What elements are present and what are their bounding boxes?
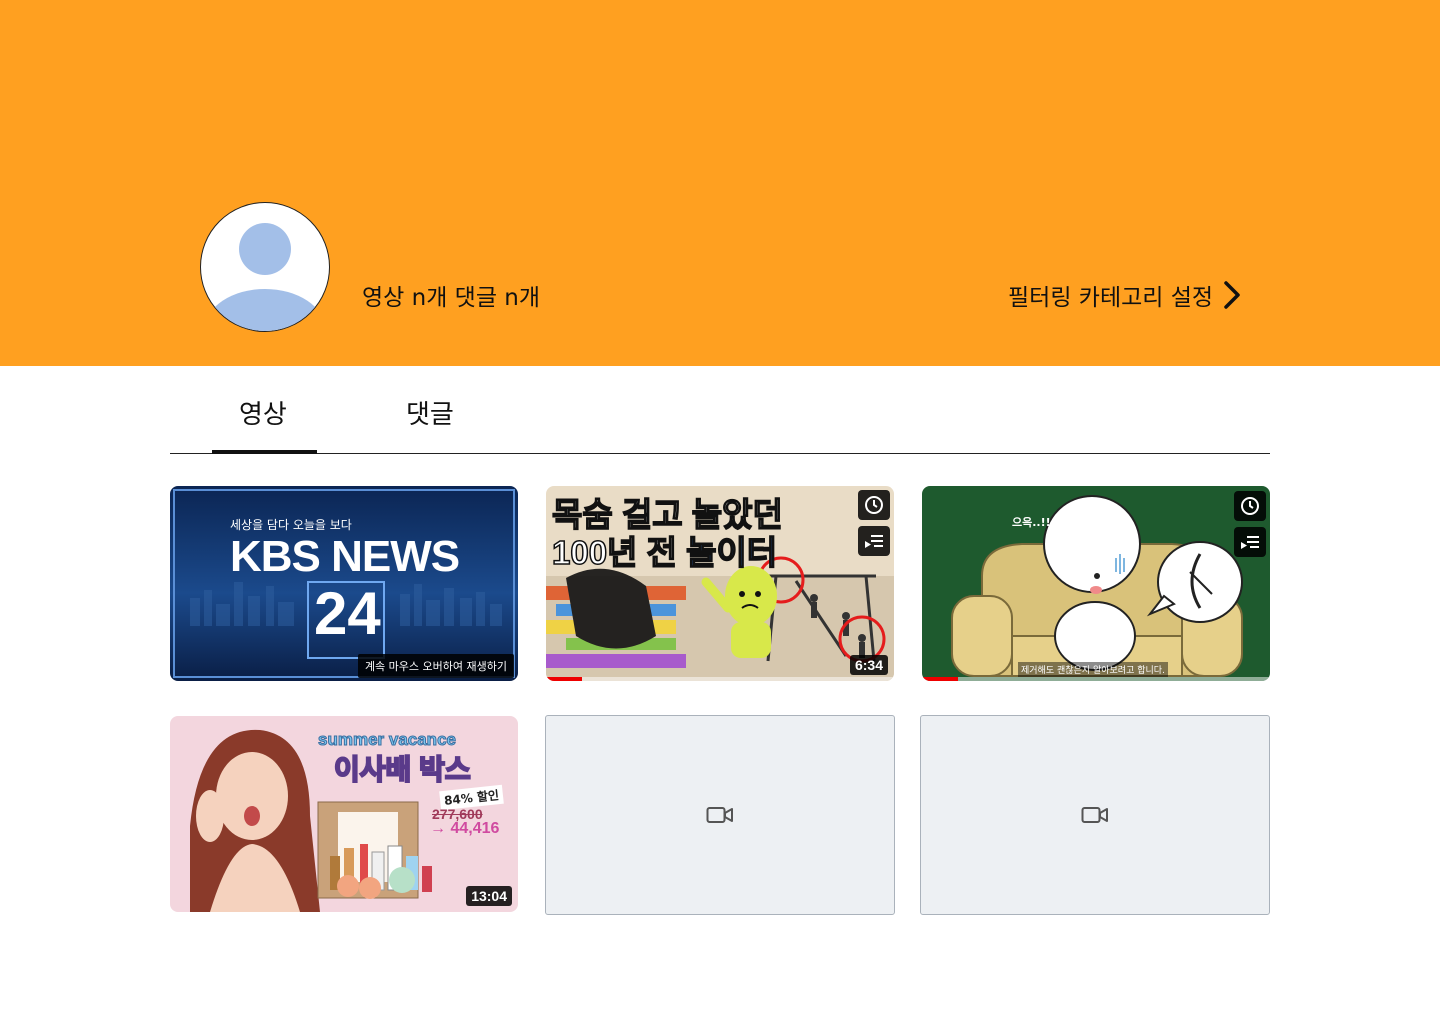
video-card[interactable]: 세상을 담다 오늘을 보다 KBS NEWS 24 계속 마우스 오버하여 재생… bbox=[170, 486, 518, 681]
chevron-right-icon bbox=[1224, 281, 1240, 309]
thumbnail-brand: KBS NEWS bbox=[230, 532, 460, 581]
add-to-queue-button[interactable] bbox=[1234, 527, 1266, 557]
video-card-placeholder[interactable] bbox=[920, 715, 1270, 915]
watch-later-icon bbox=[865, 496, 883, 514]
filter-category-settings-link[interactable]: 필터링 카테고리 설정 bbox=[1008, 278, 1243, 312]
add-to-queue-button[interactable] bbox=[858, 526, 890, 556]
video-camera-icon bbox=[1081, 807, 1108, 823]
avatar-head bbox=[239, 223, 291, 275]
video-card-placeholder[interactable] bbox=[545, 715, 895, 915]
watch-progress bbox=[546, 677, 582, 681]
thumbnail-speech: 으윽..!! bbox=[1012, 516, 1051, 529]
video-thumbnail bbox=[922, 486, 1270, 681]
watch-progress bbox=[922, 677, 958, 681]
watch-later-button[interactable] bbox=[1234, 491, 1266, 521]
video-card[interactable]: 목숨 걸고 놀았던 100년 전 놀이터 6:34 bbox=[546, 486, 894, 681]
watch-later-icon bbox=[1241, 497, 1259, 515]
thumbnail-banner-en: summer vacance bbox=[318, 730, 457, 750]
avatar[interactable] bbox=[200, 202, 330, 332]
thumbnail-banner-ko: 이사배 박스 bbox=[333, 753, 472, 786]
filter-category-settings-label: 필터링 카테고리 설정 bbox=[1008, 285, 1214, 311]
duration-badge: 6:34 bbox=[849, 655, 888, 675]
thumbnail-title-line2: 100년 전 놀이터 bbox=[551, 526, 778, 574]
watch-later-button[interactable] bbox=[858, 490, 890, 520]
thumbnail-caption: 제거해도 괜찮은지 알아보려고 합니다. bbox=[1018, 662, 1168, 677]
channel-header: 영상 n개 댓글 n개 필터링 카테고리 설정 bbox=[0, 0, 1440, 366]
watch-progress-track bbox=[922, 677, 1270, 681]
watch-progress-track bbox=[546, 677, 894, 681]
duration-badge: 13:04 bbox=[466, 886, 512, 906]
thumbnail-tagline: 세상을 담다 오늘을 보다 bbox=[230, 518, 352, 532]
active-tab-indicator bbox=[212, 450, 317, 454]
thumbnail-new-price: → 44,416 bbox=[430, 820, 500, 837]
stats-text: 영상 n개 댓글 n개 bbox=[362, 285, 541, 311]
video-camera-icon bbox=[706, 807, 733, 823]
add-to-queue-icon bbox=[865, 535, 883, 548]
thumbnail-number: 24 bbox=[314, 580, 381, 647]
thumbnail-title-year: 100년 전 bbox=[551, 533, 677, 572]
add-to-queue-icon bbox=[1241, 536, 1259, 549]
tab-bar: 영상 댓글 bbox=[170, 366, 1270, 454]
thumbnail-title-highlight: 놀이터 bbox=[685, 533, 778, 572]
video-card[interactable]: 으윽..!! 제거해도 괜찮은지 알아보려고 합니다. bbox=[922, 486, 1270, 681]
video-card[interactable]: summer vacance 이사배 박스 84% 할인 277,600 → 4… bbox=[170, 716, 518, 912]
tab-comments[interactable]: 댓글 bbox=[406, 394, 454, 431]
hover-to-play-tooltip: 계속 마우스 오버하여 재생하기 bbox=[357, 654, 514, 678]
avatar-body bbox=[205, 289, 325, 331]
tab-videos[interactable]: 영상 bbox=[239, 394, 287, 431]
